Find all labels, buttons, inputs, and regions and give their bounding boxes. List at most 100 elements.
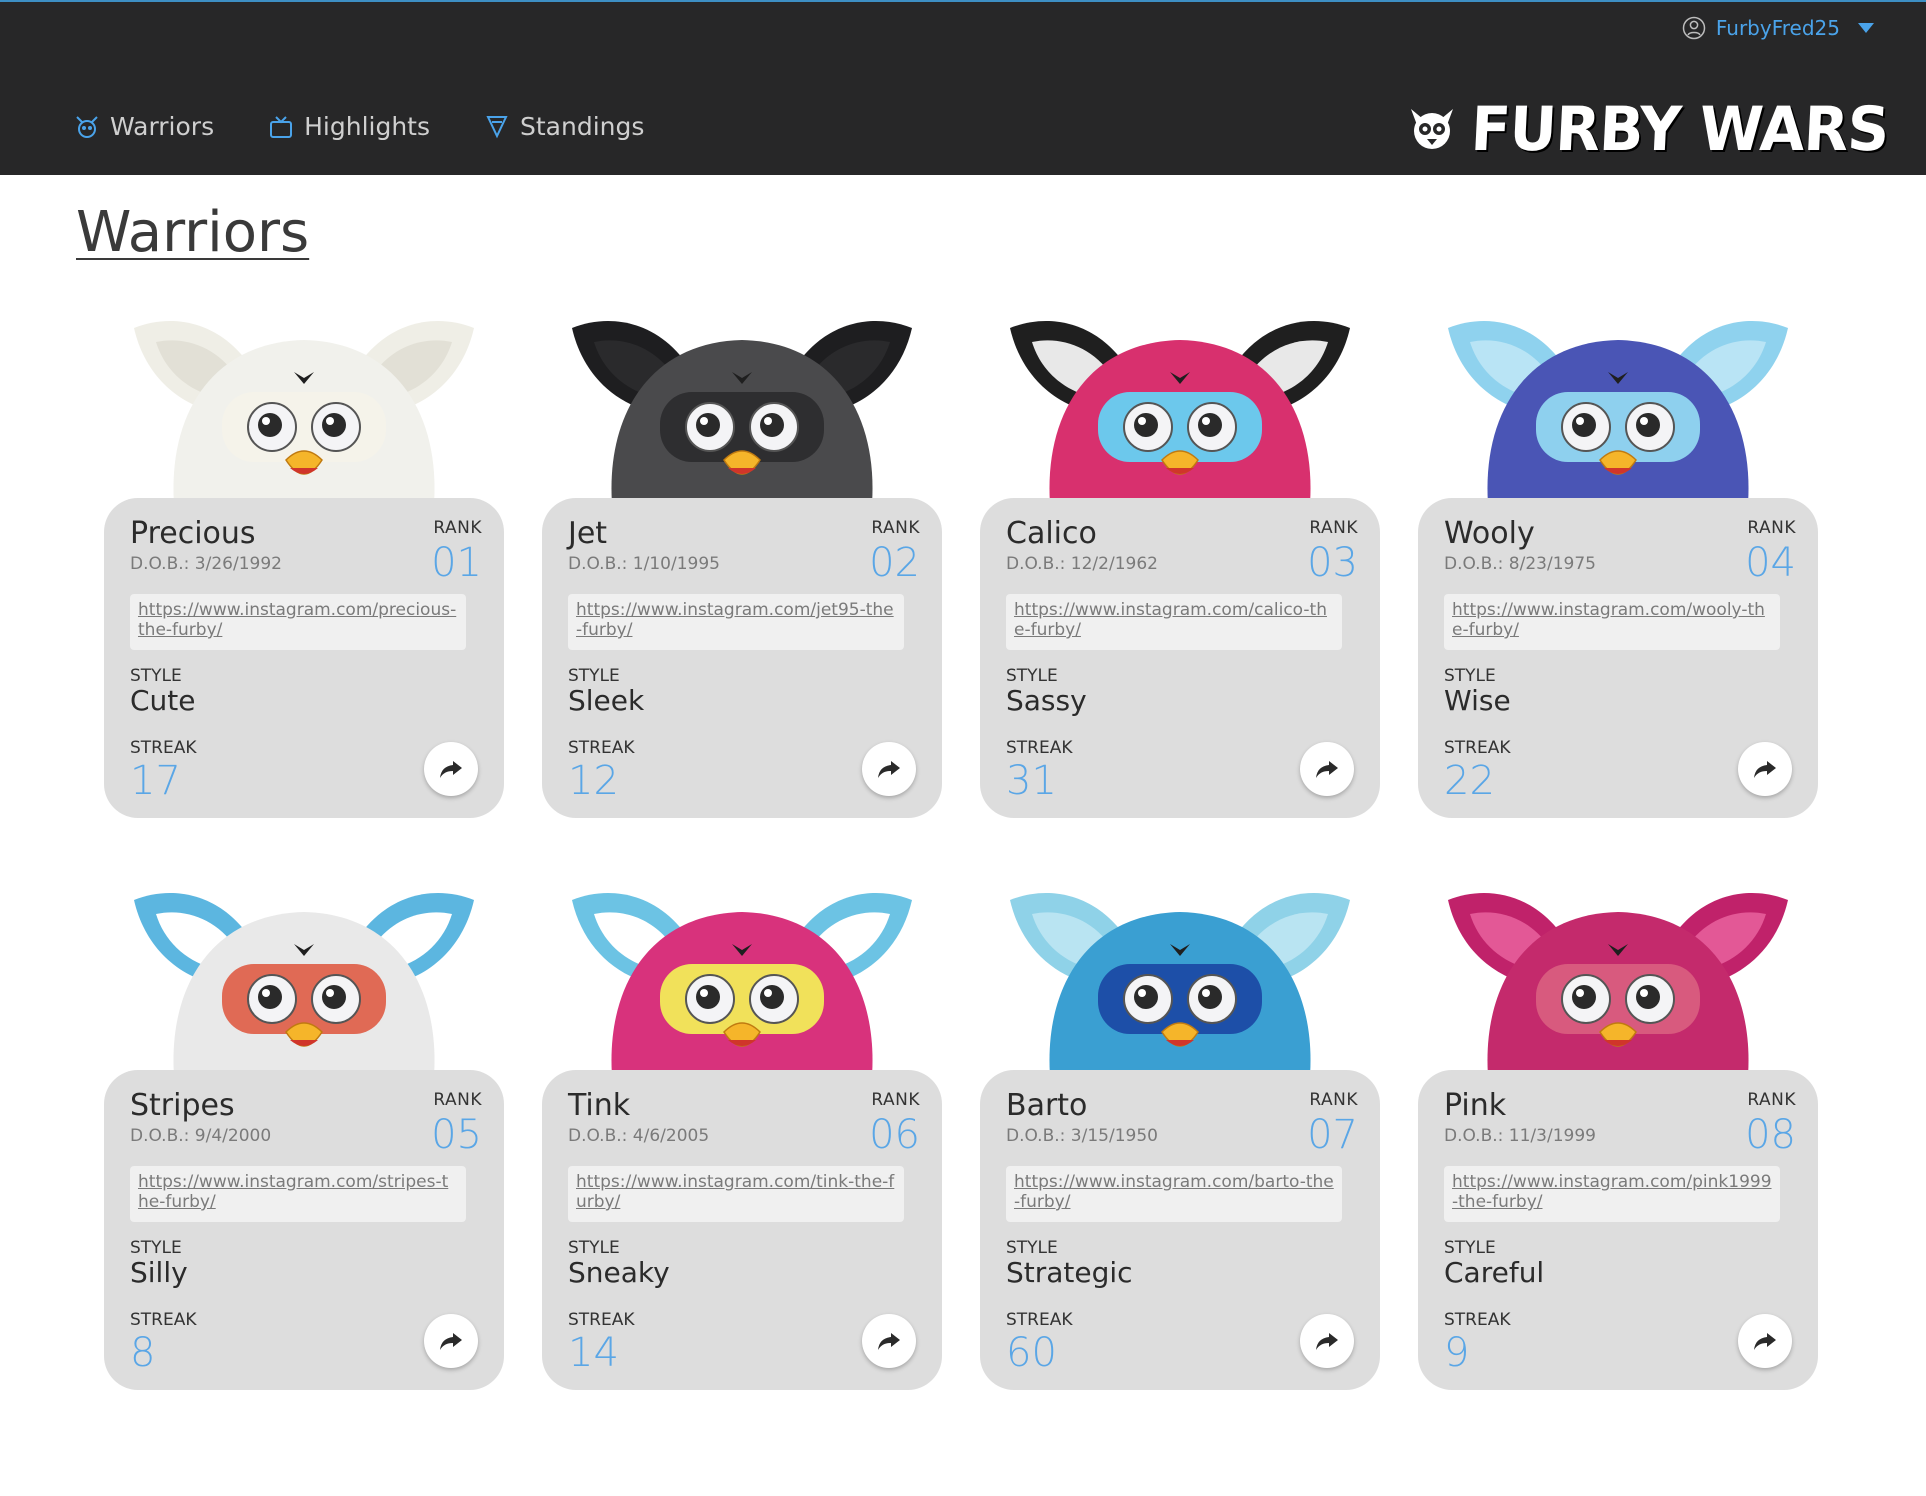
warrior-name: Jet — [568, 516, 608, 551]
instagram-link[interactable]: https://www.instagram.com/precious-the-f… — [138, 600, 456, 640]
furby-icon — [76, 115, 98, 138]
instagram-link[interactable]: https://www.instagram.com/barto-the-furb… — [1014, 1172, 1334, 1212]
warrior-name: Calico — [1006, 516, 1097, 551]
furby-image — [1010, 320, 1350, 502]
warrior-card-jet: Jet D.O.B.: 1/10/1995 RANK 02 https://ww… — [542, 292, 942, 864]
style-label: STYLE — [1444, 666, 1496, 686]
share-button[interactable] — [1300, 742, 1354, 796]
warrior-card-barto: Barto D.O.B.: 3/15/1950 RANK 07 https://… — [980, 864, 1380, 1436]
streak-label: STREAK — [130, 738, 197, 758]
warrior-style: Silly — [130, 1256, 188, 1289]
nav-warriors[interactable]: Warriors — [74, 112, 214, 141]
warrior-info-panel: Barto D.O.B.: 3/15/1950 RANK 07 https://… — [980, 1070, 1380, 1390]
rank-label: RANK — [871, 518, 920, 538]
rank-label: RANK — [871, 1090, 920, 1110]
warrior-dob: D.O.B.: 3/15/1950 — [1006, 1126, 1158, 1146]
warrior-info-panel: Precious D.O.B.: 3/26/1992 RANK 01 https… — [104, 498, 504, 818]
warrior-card-tink: Tink D.O.B.: 4/6/2005 RANK 06 https://ww… — [542, 864, 942, 1436]
streak-label: STREAK — [568, 738, 635, 758]
share-button[interactable] — [424, 1314, 478, 1368]
share-arrow-icon — [440, 761, 462, 778]
warrior-dob: D.O.B.: 4/6/2005 — [568, 1126, 710, 1146]
share-arrow-icon — [878, 761, 900, 778]
share-button[interactable] — [424, 742, 478, 796]
share-arrow-icon — [878, 1333, 900, 1350]
warrior-dob: D.O.B.: 8/23/1975 — [1444, 554, 1596, 574]
warrior-rank: 01 — [431, 540, 482, 586]
style-label: STYLE — [1006, 1238, 1058, 1258]
share-arrow-icon — [440, 1333, 462, 1350]
rank-label: RANK — [433, 1090, 482, 1110]
warrior-streak: 17 — [130, 758, 181, 804]
streak-label: STREAK — [1006, 1310, 1073, 1330]
warrior-streak: 8 — [130, 1330, 156, 1376]
share-arrow-icon — [1754, 1333, 1776, 1350]
warrior-style: Careful — [1444, 1256, 1545, 1289]
streak-label: STREAK — [568, 1310, 635, 1330]
instagram-link-box: https://www.instagram.com/precious-the-f… — [130, 594, 466, 650]
streak-label: STREAK — [1444, 1310, 1511, 1330]
style-label: STYLE — [1444, 1238, 1496, 1258]
share-button[interactable] — [862, 742, 916, 796]
share-button[interactable] — [862, 1314, 916, 1368]
warrior-style: Strategic — [1006, 1256, 1133, 1289]
warrior-dob: D.O.B.: 1/10/1995 — [568, 554, 720, 574]
rank-label: RANK — [1747, 1090, 1796, 1110]
instagram-link-box: https://www.instagram.com/stripes-the-fu… — [130, 1166, 466, 1222]
warrior-info-panel: Stripes D.O.B.: 9/4/2000 RANK 05 https:/… — [104, 1070, 504, 1390]
rank-label: RANK — [433, 518, 482, 538]
warrior-style: Cute — [130, 684, 196, 717]
user-menu[interactable]: FurbyFred25 — [1682, 16, 1874, 40]
warrior-name: Stripes — [130, 1088, 235, 1123]
instagram-link-box: https://www.instagram.com/barto-the-furb… — [1006, 1166, 1342, 1222]
nav-highlights[interactable]: Highlights — [268, 112, 430, 141]
style-label: STYLE — [568, 1238, 620, 1258]
warrior-rank: 02 — [869, 540, 920, 586]
furby-logo-icon — [1410, 109, 1453, 149]
instagram-link-box: https://www.instagram.com/wooly-the-furb… — [1444, 594, 1780, 650]
warrior-rank: 03 — [1307, 540, 1358, 586]
warrior-streak: 9 — [1444, 1330, 1470, 1376]
nav-highlights-label: Highlights — [304, 112, 431, 141]
trophy-icon — [486, 115, 508, 138]
share-arrow-icon — [1316, 1333, 1338, 1350]
instagram-link[interactable]: https://www.instagram.com/tink-the-furby… — [576, 1172, 894, 1212]
furby-image — [1448, 320, 1788, 502]
share-arrow-icon — [1754, 761, 1776, 778]
warrior-dob: D.O.B.: 11/3/1999 — [1444, 1126, 1596, 1146]
style-label: STYLE — [130, 666, 182, 686]
instagram-link[interactable]: https://www.instagram.com/stripes-the-fu… — [138, 1172, 448, 1212]
warrior-name: Pink — [1444, 1088, 1507, 1123]
nav-standings[interactable]: Standings — [484, 112, 644, 141]
warrior-streak: 60 — [1006, 1330, 1057, 1376]
share-button[interactable] — [1738, 1314, 1792, 1368]
share-button[interactable] — [1738, 742, 1792, 796]
rank-label: RANK — [1747, 518, 1796, 538]
furby-image — [134, 320, 474, 502]
furby-image — [572, 320, 912, 502]
furby-wars-logo[interactable]: FURBY WARS — [1407, 93, 1890, 165]
warrior-streak: 14 — [568, 1330, 619, 1376]
streak-label: STREAK — [1006, 738, 1073, 758]
share-button[interactable] — [1300, 1314, 1354, 1368]
furby-image — [134, 892, 474, 1074]
warrior-card-precious: Precious D.O.B.: 3/26/1992 RANK 01 https… — [104, 292, 504, 864]
furby-image — [1448, 892, 1788, 1074]
style-label: STYLE — [568, 666, 620, 686]
warrior-card-calico: Calico D.O.B.: 12/2/1962 RANK 03 https:/… — [980, 292, 1380, 864]
warrior-info-panel: Wooly D.O.B.: 8/23/1975 RANK 04 https://… — [1418, 498, 1818, 818]
warrior-name: Precious — [130, 516, 256, 551]
warrior-info-panel: Calico D.O.B.: 12/2/1962 RANK 03 https:/… — [980, 498, 1380, 818]
warrior-streak: 31 — [1006, 758, 1057, 804]
instagram-link-box: https://www.instagram.com/jet95-the-furb… — [568, 594, 904, 650]
instagram-link[interactable]: https://www.instagram.com/wooly-the-furb… — [1452, 600, 1765, 640]
instagram-link[interactable]: https://www.instagram.com/jet95-the-furb… — [576, 600, 894, 640]
warrior-dob: D.O.B.: 9/4/2000 — [130, 1126, 272, 1146]
instagram-link[interactable]: https://www.instagram.com/pink1999-the-f… — [1452, 1172, 1772, 1212]
instagram-link[interactable]: https://www.instagram.com/calico-the-fur… — [1014, 600, 1327, 640]
style-label: STYLE — [130, 1238, 182, 1258]
warrior-style: Sneaky — [568, 1256, 670, 1289]
main-nav: Warriors Highlights Standings — [74, 112, 644, 141]
warrior-name: Tink — [568, 1088, 631, 1123]
warrior-style: Sleek — [568, 684, 645, 717]
